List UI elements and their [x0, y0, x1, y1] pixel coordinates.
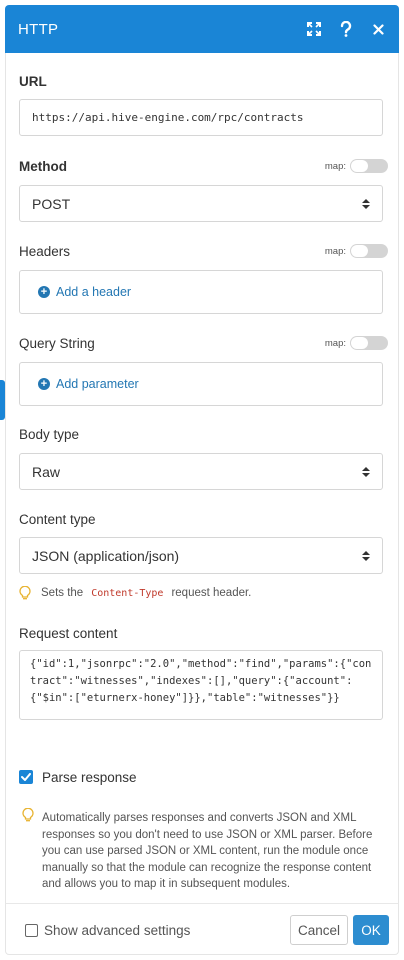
url-input[interactable]: https://api.hive-engine.com/rpc/contract… [19, 99, 383, 136]
query-string-box: + Add parameter [19, 362, 383, 406]
query-map-toggle-group: map: [325, 336, 388, 350]
cancel-button[interactable]: Cancel [290, 915, 348, 945]
expand-icon[interactable] [305, 20, 323, 38]
add-parameter-button[interactable]: + Add parameter [38, 377, 139, 391]
hint-text-after: request header. [171, 587, 252, 599]
dialog-footer: Show advanced settings Cancel OK [5, 903, 399, 955]
header-actions [305, 20, 387, 38]
body-type-select[interactable]: Raw [19, 453, 383, 490]
window-title: HTTP [18, 20, 59, 38]
method-map-toggle-group: map: [325, 159, 388, 173]
content-type-label: Content type [19, 512, 96, 527]
headers-map-toggle[interactable] [350, 244, 388, 258]
hint-text-before: Sets the [41, 587, 84, 599]
hint-code: Content-Type [91, 587, 164, 599]
request-content-textarea[interactable]: {"id":1,"jsonrpc":"2.0","method":"find",… [19, 650, 383, 720]
add-header-button[interactable]: + Add a header [38, 285, 131, 299]
window-header: HTTP [5, 5, 399, 53]
advanced-settings-label: Show advanced settings [44, 923, 191, 938]
plus-circle-icon: + [38, 286, 50, 298]
parse-response-note: Automatically parses responses and conve… [42, 812, 373, 890]
select-caret-icon [362, 466, 370, 477]
map-label: map: [324, 337, 346, 349]
query-string-label: Query String [19, 336, 95, 351]
help-icon[interactable] [337, 20, 355, 38]
lightbulb-icon [19, 586, 33, 600]
content-type-select-value: JSON (application/json) [32, 547, 180, 564]
method-select[interactable]: POST [19, 185, 383, 222]
check-icon [21, 768, 31, 786]
advanced-settings-checkbox[interactable] [25, 924, 38, 937]
content-type-hint: Sets the Content-Type request header. [19, 586, 251, 600]
headers-map-toggle-group: map: [325, 244, 388, 258]
body-type-select-value: Raw [32, 463, 61, 480]
map-label: map: [324, 245, 346, 257]
parse-response-label: Parse response [42, 770, 137, 785]
request-content-label: Request content [19, 626, 118, 641]
plus-circle-icon: + [38, 378, 50, 390]
select-caret-icon [362, 198, 370, 209]
lightbulb-icon [22, 807, 34, 827]
headers-box: + Add a header [19, 270, 383, 314]
add-parameter-label: Add parameter [56, 377, 139, 391]
show-advanced-settings[interactable]: Show advanced settings [25, 923, 190, 938]
query-map-toggle[interactable] [350, 336, 388, 350]
body-type-label: Body type [19, 427, 80, 442]
headers-label: Headers [19, 244, 71, 259]
method-select-value: POST [32, 195, 71, 212]
content-type-select[interactable]: JSON (application/json) [19, 537, 383, 574]
url-label: URL [19, 74, 47, 89]
select-caret-icon [362, 550, 370, 561]
method-label: Method [19, 159, 67, 174]
map-label: map: [324, 160, 346, 172]
method-map-toggle[interactable] [350, 159, 388, 173]
parse-response-checkbox[interactable] [19, 770, 33, 784]
ok-button[interactable]: OK [353, 915, 389, 945]
close-icon[interactable] [369, 20, 387, 38]
add-header-label: Add a header [56, 285, 132, 299]
